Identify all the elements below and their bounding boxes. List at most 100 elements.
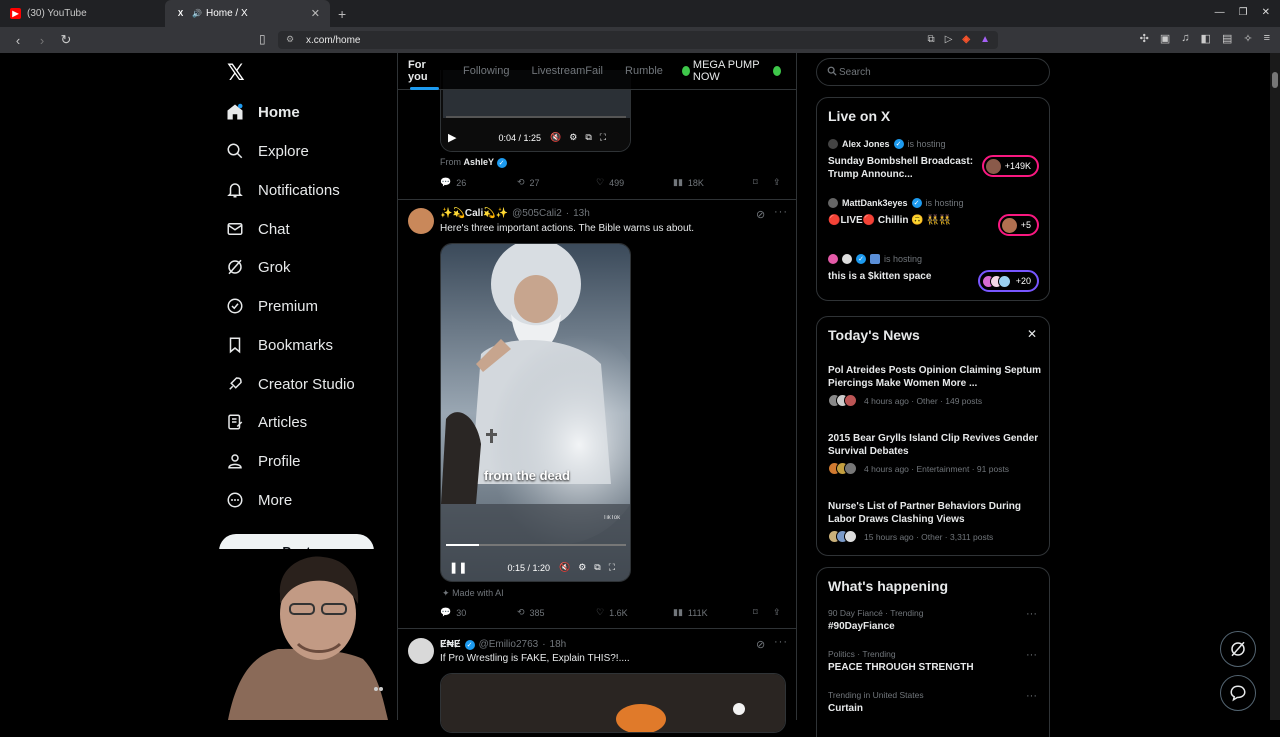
share-icon[interactable]: ⇪ [773, 607, 781, 618]
forward-button[interactable]: › [36, 33, 48, 48]
tweet3-author-name[interactable]: Ɇ₦Ɇ [440, 639, 461, 650]
reload-button[interactable]: ↻ [60, 32, 72, 48]
host-name[interactable]: Alex Jones [842, 139, 890, 149]
nav-grok[interactable]: Grok [226, 252, 291, 282]
settings-icon[interactable]: ⚙ [578, 562, 586, 573]
live-title[interactable]: Sunday Bombshell Broadcast: Trump Announ… [828, 155, 978, 181]
trend-name[interactable]: Curtain [828, 703, 863, 714]
trend-name[interactable]: PEACE THROUGH STRENGTH [828, 662, 974, 673]
tweet3-handle[interactable]: @Emilio2763 [479, 639, 539, 650]
tweet2-handle[interactable]: @505Cali2 [512, 208, 562, 219]
tweet2-author-name[interactable]: ✨💫Cali💫✨ [440, 208, 508, 219]
tweet3-avatar[interactable] [408, 638, 434, 664]
nav-articles[interactable]: Articles [226, 407, 307, 437]
nav-explore[interactable]: Explore [226, 136, 309, 166]
menu-icon[interactable]: ≡ [1264, 32, 1270, 45]
tab-rumble[interactable]: Rumble [625, 53, 663, 90]
bookmark-page-icon[interactable]: ▯ [259, 32, 266, 46]
tweet3-media[interactable] [440, 673, 786, 733]
messages-floating-button[interactable] [1220, 675, 1256, 711]
minimize-button[interactable]: — [1215, 7, 1225, 18]
views-button[interactable]: ▮▮ 18K [673, 177, 753, 188]
tab-livestreamfail[interactable]: LivestreamFail [531, 53, 603, 90]
tab-following[interactable]: Following [463, 53, 509, 90]
open-external-icon[interactable]: ⧉ [928, 34, 935, 45]
tab-mega-pump[interactable]: MEGA PUMP NOW [679, 53, 784, 90]
tab-for-you[interactable]: For you [408, 53, 441, 90]
sidebar-toggle-icon[interactable]: ◧ [1201, 32, 1211, 45]
repost-button[interactable]: ⟲ 27 [517, 177, 596, 188]
listeners-pill[interactable]: +20 [977, 270, 1039, 292]
wallet-icon[interactable]: ▣ [1160, 32, 1170, 45]
fullscreen-icon[interactable]: ⛶ [600, 132, 606, 143]
brave-shields-icon[interactable]: ◈ [962, 34, 970, 45]
reply-button[interactable]: 💬 26 [440, 177, 517, 188]
nav-premium[interactable]: Premium [226, 291, 318, 321]
scrollbar-thumb[interactable] [1272, 72, 1278, 88]
share-icon[interactable]: ⇪ [773, 177, 781, 188]
nav-notifications[interactable]: Notifications [226, 175, 340, 205]
cast-icon[interactable]: ▷ [945, 34, 953, 45]
bookmark-tweet-icon[interactable]: ⌑ [753, 607, 773, 618]
tweet2-avatar[interactable] [408, 208, 434, 234]
host-name[interactable]: MattDank3eyes [842, 198, 908, 208]
close-window-button[interactable]: ✕ [1262, 7, 1270, 18]
live-title[interactable]: 🔴LIVE🔴 Chillin 🙃 👯‍♀️👯 [828, 214, 978, 227]
leo-ai-icon[interactable]: ✧ [1243, 32, 1252, 45]
play-icon[interactable]: ▶ [448, 131, 456, 144]
tweet2-more-icon[interactable]: ··· [774, 206, 788, 218]
nav-bookmarks[interactable]: Bookmarks [226, 330, 333, 360]
from-name[interactable]: AshleY [464, 157, 495, 167]
trend-more-icon[interactable]: ··· [1026, 690, 1037, 702]
browser-tab-youtube[interactable]: ▶ (30) YouTube [0, 0, 165, 27]
grok-explain-icon[interactable]: ⊘ [756, 208, 765, 221]
trend-more-icon[interactable]: ··· [1026, 608, 1037, 620]
wallet2-icon[interactable]: ▤ [1222, 32, 1232, 45]
tweet2-age[interactable]: 13h [573, 208, 590, 219]
nav-profile[interactable]: Profile [226, 446, 301, 476]
news-item-title[interactable]: Nurse's List of Partner Behaviors During… [828, 500, 1042, 526]
bookmark-tweet-icon[interactable]: ⌑ [753, 177, 773, 188]
settings-icon[interactable]: ⚙ [569, 132, 577, 143]
media-icon[interactable]: ♫ [1181, 32, 1189, 45]
pause-icon[interactable]: ❚❚ [449, 561, 467, 574]
like-button[interactable]: ♡ 1.6K [596, 607, 673, 618]
x-logo-icon[interactable]: 𝕏 [227, 61, 245, 86]
new-tab-button[interactable]: + [338, 6, 346, 22]
mute-icon[interactable]: 🔇 [559, 562, 570, 573]
nav-creator-studio[interactable]: Creator Studio [226, 369, 355, 399]
listeners-pill[interactable]: +149K [981, 155, 1039, 177]
browser-tab-x[interactable]: X 🔊 Home / X ✕ [165, 0, 330, 27]
tweet2-video[interactable] [440, 243, 631, 582]
pip-icon[interactable]: ⧉ [585, 132, 591, 143]
page-scrollbar[interactable] [1270, 53, 1280, 720]
repost-button[interactable]: ⟲ 385 [517, 607, 596, 618]
close-icon[interactable]: ✕ [1027, 327, 1037, 341]
tweet3-more-icon[interactable]: ··· [774, 636, 788, 648]
url-field[interactable]: ⚙ x.com/home ⧉ ▷ ◈ ▲ [278, 31, 998, 49]
grok-explain-icon[interactable]: ⊘ [756, 638, 765, 651]
like-button[interactable]: ♡ 499 [596, 177, 673, 188]
pip-icon[interactable]: ⧉ [594, 562, 600, 573]
news-item-title[interactable]: 2015 Bear Grylls Island Clip Revives Gen… [828, 432, 1042, 458]
brave-rewards-icon[interactable]: ▲ [980, 34, 990, 45]
back-button[interactable]: ‹ [12, 33, 24, 48]
extensions-icon[interactable]: ✣ [1140, 32, 1149, 45]
site-info-icon[interactable]: ⚙ [286, 34, 294, 45]
live-title[interactable]: this is a $kitten space [828, 270, 978, 283]
mute-icon[interactable]: 🔇 [550, 132, 561, 143]
close-tab-icon[interactable]: ✕ [311, 7, 320, 20]
news-item-title[interactable]: Pol Atreides Posts Opinion Claiming Sept… [828, 364, 1042, 390]
grok-floating-button[interactable] [1220, 631, 1256, 667]
views-button[interactable]: ▮▮ 111K [673, 607, 753, 618]
reply-button[interactable]: 💬 30 [440, 607, 517, 618]
tweet3-age[interactable]: 18h [550, 639, 567, 650]
maximize-button[interactable]: ❐ [1239, 7, 1248, 18]
fullscreen-icon[interactable]: ⛶ [609, 562, 615, 573]
listeners-pill[interactable]: +5 [997, 214, 1039, 236]
nav-home[interactable]: Home [226, 97, 300, 127]
trend-name[interactable]: #90DayFiance [828, 621, 895, 632]
nav-more[interactable]: More [226, 485, 292, 515]
trend-more-icon[interactable]: ··· [1026, 649, 1037, 661]
nav-chat[interactable]: Chat [226, 214, 290, 244]
